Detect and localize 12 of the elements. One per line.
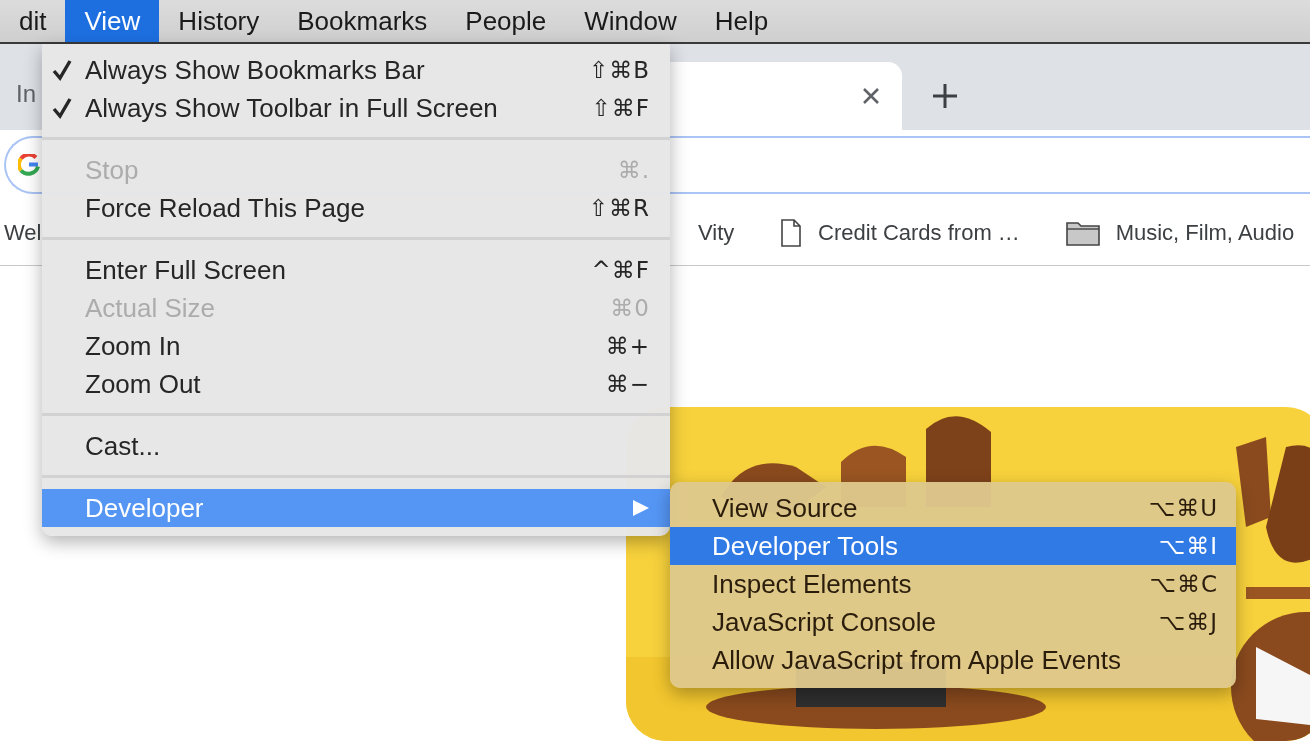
keyboard-shortcut: ⌘0 xyxy=(610,295,650,321)
keyboard-shortcut: ⌘. xyxy=(617,157,650,183)
keyboard-shortcut: ⌘− xyxy=(605,371,650,397)
keyboard-shortcut: ⌥⌘I xyxy=(1158,533,1218,559)
keyboard-shortcut: ⌥⌘C xyxy=(1149,571,1218,597)
keyboard-shortcut: ⌥⌘J xyxy=(1158,609,1218,635)
keyboard-shortcut: ⇧⌘R xyxy=(588,195,650,221)
keyboard-shortcut: ^⌘F xyxy=(591,257,650,283)
keyboard-shortcut: ⇧⌘B xyxy=(588,57,650,83)
keyboard-shortcut: ⇧⌘F xyxy=(591,95,650,121)
keyboard-shortcut: ⌥⌘U xyxy=(1148,495,1218,521)
keyboard-shortcut: ⌘+ xyxy=(605,333,650,359)
